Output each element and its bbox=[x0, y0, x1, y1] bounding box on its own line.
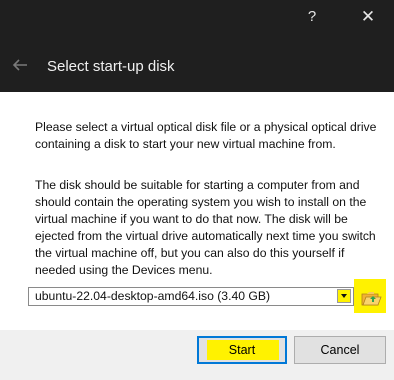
instruction-text: Please select a virtual optical disk fil… bbox=[35, 120, 377, 151]
start-button[interactable]: Start bbox=[197, 336, 287, 364]
disk-select-combobox[interactable]: ubuntu-22.04-desktop-amd64.iso (3.40 GB) bbox=[28, 287, 354, 306]
wizard-content: Please select a virtual optical disk fil… bbox=[0, 92, 394, 330]
dropdown-arrow-button[interactable] bbox=[337, 289, 351, 303]
help-button[interactable]: ? bbox=[300, 5, 324, 29]
back-arrow-icon[interactable] bbox=[10, 55, 30, 75]
start-button-label: Start bbox=[228, 343, 256, 357]
chevron-down-icon bbox=[341, 294, 347, 298]
choose-disk-file-button[interactable] bbox=[354, 279, 386, 313]
wizard-title: Select start-up disk bbox=[47, 58, 175, 75]
cancel-button[interactable]: Cancel bbox=[294, 336, 386, 364]
title-bar: ? ✕ Select start-up disk bbox=[0, 0, 394, 92]
close-button[interactable]: ✕ bbox=[355, 5, 381, 29]
disk-select-value: ubuntu-22.04-desktop-amd64.iso (3.40 GB) bbox=[35, 289, 271, 303]
folder-open-icon bbox=[361, 292, 382, 306]
description-text: The disk should be suitable for starting… bbox=[35, 178, 376, 277]
